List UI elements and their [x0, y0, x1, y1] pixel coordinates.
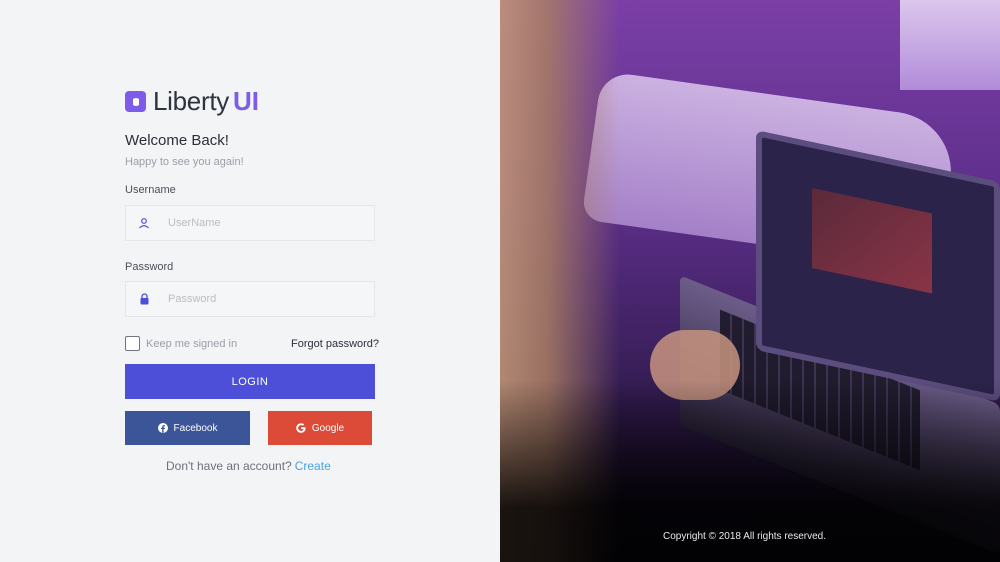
username-field[interactable]: [125, 205, 375, 241]
login-button[interactable]: LOGIN: [125, 364, 375, 399]
facebook-label: Facebook: [173, 422, 218, 434]
login-panel: Liberty UI Welcome Back! Happy to see yo…: [0, 0, 500, 562]
password-label: Password: [125, 261, 174, 273]
welcome-subtitle: Happy to see you again!: [125, 156, 244, 168]
username-label: Username: [125, 184, 176, 196]
hero-image: [500, 0, 1000, 562]
create-account-link[interactable]: Create: [295, 459, 331, 473]
username-input[interactable]: [162, 206, 374, 240]
signup-text: Don't have an account?: [166, 459, 292, 473]
password-input[interactable]: [162, 282, 374, 316]
google-icon: [296, 423, 306, 433]
password-field[interactable]: [125, 281, 375, 317]
brand-accent: UI: [232, 86, 259, 116]
remember-checkbox[interactable]: [125, 336, 140, 351]
welcome-title: Welcome Back!: [125, 132, 229, 149]
facebook-icon: [157, 423, 168, 433]
lock-icon: [126, 282, 162, 316]
brand-logo: Liberty UI: [125, 86, 259, 117]
forgot-password-link[interactable]: Forgot password?: [291, 338, 379, 350]
remember-label: Keep me signed in: [146, 337, 238, 350]
facebook-login-button[interactable]: Facebook: [125, 411, 250, 445]
copyright-text: Copyright © 2018 All rights reserved.: [663, 531, 827, 542]
user-icon: [126, 206, 162, 240]
window-decor: [900, 0, 1000, 90]
liberty-logo-icon: [125, 91, 146, 112]
signup-prompt: Don't have an account? Create: [166, 459, 331, 473]
brand-name: Liberty: [153, 86, 229, 116]
remember-me[interactable]: Keep me signed in: [125, 336, 237, 351]
google-label: Google: [311, 422, 345, 434]
google-login-button[interactable]: Google: [268, 411, 372, 445]
